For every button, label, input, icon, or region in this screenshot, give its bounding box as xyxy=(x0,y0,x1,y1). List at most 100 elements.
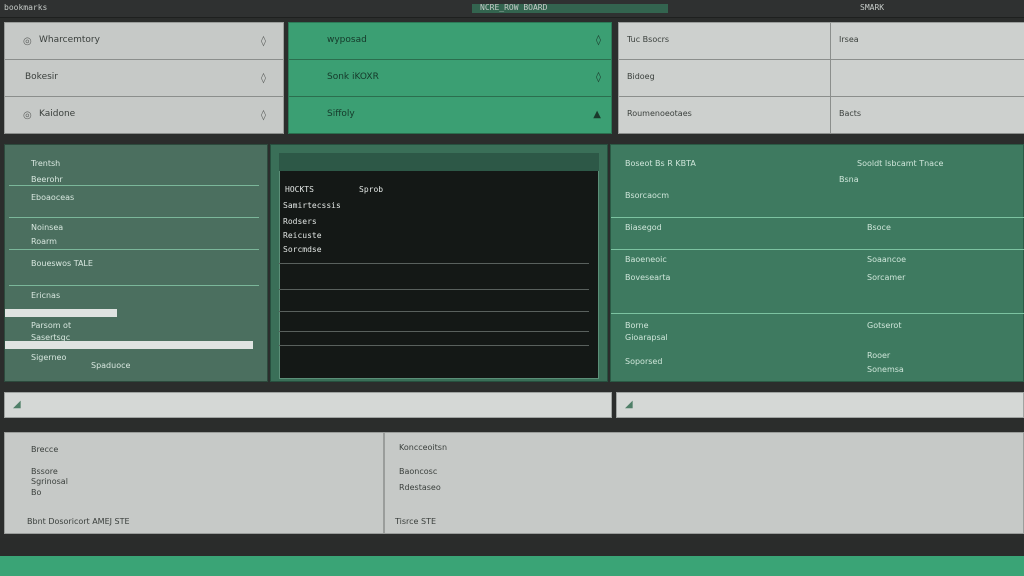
drop-icon: ◊ xyxy=(261,36,266,47)
top-right-label[interactable]: SMARK xyxy=(860,3,884,12)
green-item-label: Sonk iKOXR xyxy=(327,72,379,82)
leaf-icon: ◢ xyxy=(625,399,633,410)
table-cell[interactable]: Bidoeg xyxy=(619,60,831,97)
list-item[interactable]: Parsom ot xyxy=(31,321,71,330)
drop-icon: ◊ xyxy=(261,73,266,84)
info-line: Sgrinosal xyxy=(31,477,68,486)
circle-icon: ◎ xyxy=(23,110,32,121)
drop-icon: ◊ xyxy=(596,72,601,83)
cell-label: Tuc Bsocrs xyxy=(627,35,670,44)
console-col-right: Sprob xyxy=(359,185,384,194)
info-line: Bssore xyxy=(31,467,58,476)
cell-label: Roumenoeotaes xyxy=(627,109,692,118)
console-header xyxy=(279,153,599,171)
green-item-label: wyposad xyxy=(327,35,367,45)
green-list-item[interactable]: Siffoly ▲ xyxy=(289,97,611,134)
list-item[interactable]: Soporsed xyxy=(625,357,662,366)
table-cell[interactable] xyxy=(831,60,1024,97)
circle-icon: ◎ xyxy=(23,36,32,47)
list-item[interactable]: Spaduoce xyxy=(91,361,130,370)
green-list-item[interactable]: wyposad ◊ xyxy=(289,23,611,60)
console-row[interactable]: Reicuste xyxy=(283,231,322,240)
table-cell[interactable]: Bacts xyxy=(831,97,1024,134)
bottom-left-panel: Brecce Bssore Sgrinosal Bo Bbnt Dosorico… xyxy=(4,432,384,534)
list-item[interactable]: Rooer xyxy=(867,351,890,360)
list-item[interactable]: Boueswos TALE xyxy=(31,259,93,268)
list-item[interactable]: Baoeneoic xyxy=(625,255,667,264)
title-bar: bookmarks NCRE_ROW BOARD SMARK xyxy=(0,0,1024,18)
cell-label: Bacts xyxy=(839,109,862,118)
panel-title: Boseot Bs R KBTA xyxy=(625,159,696,168)
leaf-icon: ◢ xyxy=(13,399,21,410)
list-item[interactable]: Ericnas xyxy=(31,291,60,300)
divider xyxy=(9,185,259,186)
divider xyxy=(611,217,1024,218)
right-input-bar[interactable]: ◢ xyxy=(616,392,1024,418)
panel-title: Brecce xyxy=(31,445,59,454)
info-line: Bo xyxy=(31,488,42,497)
left-list-panel: ◎ Wharcemtory ◊ Bokesir ◊ ◎ Kaidone ◊ xyxy=(4,22,284,134)
list-item[interactable]: Noinsea xyxy=(31,223,63,232)
list-item[interactable]: Sigerneo xyxy=(31,353,66,362)
list-item-label: Kaidone xyxy=(39,109,76,119)
console-row[interactable]: Rodsers xyxy=(283,217,317,226)
list-item[interactable]: Bsoce xyxy=(867,223,891,232)
list-item[interactable]: Beerohr xyxy=(31,175,63,184)
divider xyxy=(9,285,259,286)
list-item[interactable]: Roarm xyxy=(31,237,57,246)
list-item[interactable]: Gioarapsal xyxy=(625,333,668,342)
right-details-panel: Boseot Bs R KBTA Sooldt Isbcamt Tnace Bs… xyxy=(610,144,1024,382)
green-list-item[interactable]: Sonk iKOXR ◊ xyxy=(289,60,611,97)
table-cell[interactable]: Roumenoeotaes xyxy=(619,97,831,134)
selection-bar[interactable] xyxy=(5,341,253,349)
list-item[interactable]: Soaancoe xyxy=(867,255,906,264)
left-details-panel: Trentsh Beerohr Eboaoceas Noinsea Roarm … xyxy=(4,144,268,382)
panel-col2-sub: Bsna xyxy=(839,175,859,184)
selection-bar[interactable] xyxy=(5,309,117,317)
console-line xyxy=(279,263,589,264)
list-item-label: Bokesir xyxy=(25,72,58,82)
list-item-label: Wharcemtory xyxy=(39,35,100,45)
table-cell[interactable]: Irsea xyxy=(831,23,1024,60)
divider xyxy=(9,249,259,250)
center-console-panel: HOCKTS Sprob Samirtecssis Rodsers Reicus… xyxy=(270,144,608,382)
panel-footer: Bbnt Dosoricort AMEJ STE xyxy=(27,517,130,526)
app-window: bookmarks NCRE_ROW BOARD SMARK ◎ Wharcem… xyxy=(0,0,1024,576)
panel-title: Trentsh xyxy=(31,159,61,168)
panel-subtitle: Bsorcaocm xyxy=(625,191,670,200)
console-row[interactable]: Samirtecssis xyxy=(283,201,341,210)
list-item[interactable]: Gotserot xyxy=(867,321,901,330)
list-item[interactable]: Eboaoceas xyxy=(31,193,74,202)
panel-col2-title: Sooldt Isbcamt Tnace xyxy=(857,159,944,168)
list-item[interactable]: Biasegod xyxy=(625,223,662,232)
console-line xyxy=(279,289,589,290)
panel-footer: Tisrce STE xyxy=(395,517,437,526)
console-col-left: HOCKTS xyxy=(285,185,314,194)
right-table-panel: Tuc Bsocrs Irsea Bidoeg Roumenoeotaes Ba… xyxy=(618,22,1024,134)
left-input-bar[interactable]: ◢ xyxy=(4,392,612,418)
console-line xyxy=(279,331,589,332)
list-item[interactable]: ◎ Kaidone ◊ xyxy=(5,97,283,134)
list-item[interactable]: Bovesearta xyxy=(625,273,670,282)
divider xyxy=(611,249,1024,250)
info-line: Baoncosc xyxy=(399,467,438,476)
status-bar xyxy=(0,538,1024,556)
drop-icon: ◊ xyxy=(261,110,266,121)
bookmarks-label[interactable]: bookmarks xyxy=(4,3,47,12)
window-title: NCRE_ROW BOARD xyxy=(480,3,548,12)
divider xyxy=(9,217,259,218)
green-item-label: Siffoly xyxy=(327,109,355,119)
console-line xyxy=(279,345,589,346)
list-item[interactable]: ◎ Wharcemtory ◊ xyxy=(5,23,283,60)
info-line: Rdestaseo xyxy=(399,483,441,492)
table-cell[interactable]: Tuc Bsocrs xyxy=(619,23,831,60)
list-item[interactable]: Sorcamer xyxy=(867,273,905,282)
list-item[interactable]: Sonemsa xyxy=(867,365,904,374)
divider xyxy=(611,313,1024,314)
warning-icon: ▲ xyxy=(593,109,601,120)
green-list-panel: wyposad ◊ Sonk iKOXR ◊ Siffoly ▲ xyxy=(288,22,612,134)
list-item[interactable]: Borne xyxy=(625,321,649,330)
console-line xyxy=(279,311,589,312)
console-row[interactable]: Sorcmdse xyxy=(283,245,322,254)
list-item[interactable]: Bokesir ◊ xyxy=(5,60,283,97)
